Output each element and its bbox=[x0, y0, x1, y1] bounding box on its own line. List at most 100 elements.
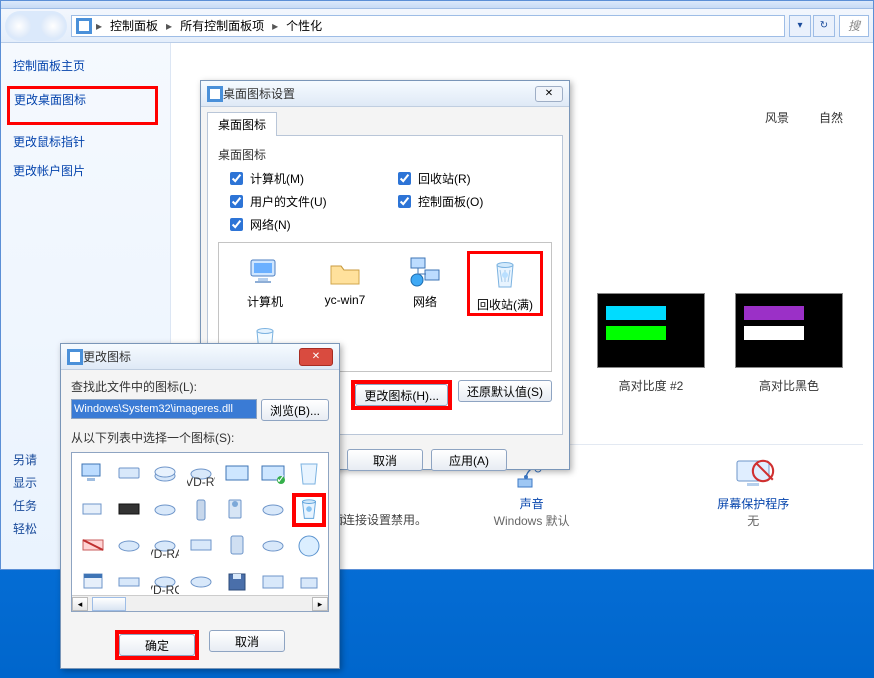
checkbox-input[interactable] bbox=[398, 195, 411, 208]
picker-icon[interactable]: DVD-RAM bbox=[148, 529, 182, 563]
checkbox-input[interactable] bbox=[230, 172, 243, 185]
checkbox-input[interactable] bbox=[398, 172, 411, 185]
refresh-button[interactable]: ↻ bbox=[813, 15, 835, 37]
breadcrumb[interactable]: ▸ 控制面板 ▸ 所有控制面板项 ▸ 个性化 bbox=[71, 15, 785, 37]
history-dropdown-button[interactable]: ▾ bbox=[789, 15, 811, 37]
sidebar-change-mouse-pointers[interactable]: 更改鼠标指针 bbox=[13, 133, 158, 150]
picker-icon[interactable] bbox=[220, 565, 254, 599]
picker-icon[interactable] bbox=[112, 457, 146, 491]
screensaver-label: 屏幕保护程序 bbox=[717, 495, 789, 512]
apply-button[interactable]: 应用(A) bbox=[431, 449, 507, 471]
picker-icon[interactable] bbox=[112, 529, 146, 563]
picker-icon[interactable]: DVD-RW bbox=[184, 457, 218, 491]
icon-recycle-bin-full[interactable]: 回收站(满) bbox=[467, 251, 543, 316]
picker-icon[interactable] bbox=[112, 565, 146, 599]
change-icon-button[interactable]: 更改图标(H)... bbox=[355, 384, 448, 406]
scroll-thumb[interactable] bbox=[92, 597, 126, 611]
checkbox-input[interactable] bbox=[230, 218, 243, 231]
theme-landscape[interactable]: 风景 bbox=[765, 103, 789, 126]
display-link[interactable]: 显示 bbox=[13, 474, 37, 491]
restore-default-button[interactable]: 还原默认值(S) bbox=[458, 380, 552, 402]
breadcrumb-root[interactable]: 控制面板 bbox=[106, 17, 162, 34]
window-titlebar[interactable] bbox=[1, 1, 873, 9]
horizontal-scrollbar[interactable]: ◂ ▸ bbox=[72, 595, 328, 611]
picker-icon[interactable] bbox=[220, 529, 254, 563]
select-icon-label: 从以下列表中选择一个图标(S): bbox=[71, 429, 329, 446]
picker-icon[interactable] bbox=[292, 529, 326, 563]
cancel-button[interactable]: 取消 bbox=[209, 630, 285, 652]
checkbox-recycle-bin[interactable]: 回收站(R) bbox=[394, 169, 552, 188]
svg-text:DVD-RAM: DVD-RAM bbox=[151, 547, 179, 560]
picker-icon[interactable] bbox=[148, 493, 182, 527]
checkbox-control-panel[interactable]: 控制面板(O) bbox=[394, 192, 552, 211]
picker-icon[interactable] bbox=[220, 457, 254, 491]
icon-network[interactable]: 网络 bbox=[387, 251, 463, 316]
checkbox-computer[interactable]: 计算机(M) bbox=[226, 169, 384, 188]
screensaver-icon bbox=[717, 455, 789, 495]
picker-icon[interactable]: ✓ bbox=[256, 457, 290, 491]
dialog-titlebar[interactable]: 更改图标 ✕ bbox=[61, 344, 339, 370]
icon-label: 计算机 bbox=[227, 293, 303, 310]
sidebar-control-panel-home[interactable]: 控制面板主页 bbox=[13, 57, 158, 74]
theme-high-contrast-2[interactable]: 高对比度 #2 bbox=[597, 293, 705, 394]
theme-nature[interactable]: 自然 bbox=[819, 103, 843, 126]
picker-icon[interactable] bbox=[148, 457, 182, 491]
picker-icon[interactable] bbox=[184, 529, 218, 563]
picker-icon[interactable] bbox=[112, 493, 146, 527]
taskbar-link[interactable]: 任务 bbox=[13, 497, 37, 514]
file-path-input[interactable] bbox=[71, 399, 257, 419]
checkbox-input[interactable] bbox=[230, 195, 243, 208]
picker-icon[interactable] bbox=[220, 493, 254, 527]
chevron-right-icon: ▸ bbox=[166, 19, 172, 33]
svg-text:DVD-RW: DVD-RW bbox=[187, 475, 215, 488]
search-input[interactable]: 搜 bbox=[839, 15, 869, 37]
find-file-label: 查找此文件中的图标(L): bbox=[71, 378, 329, 395]
checkbox-label: 控制面板(O) bbox=[418, 193, 483, 210]
picker-icon[interactable] bbox=[256, 529, 290, 563]
picker-icon[interactable] bbox=[76, 493, 110, 527]
theme-high-contrast-black[interactable]: 高对比黑色 bbox=[735, 293, 843, 394]
icon-computer[interactable]: 计算机 bbox=[227, 251, 303, 316]
theme-label: 高对比黑色 bbox=[735, 377, 843, 394]
picker-icon[interactable] bbox=[256, 493, 290, 527]
checkbox-user-files[interactable]: 用户的文件(U) bbox=[226, 192, 384, 211]
picker-icon[interactable] bbox=[292, 565, 326, 599]
picker-icon[interactable] bbox=[184, 493, 218, 527]
picker-icon[interactable] bbox=[76, 529, 110, 563]
ok-button[interactable]: 确定 bbox=[119, 634, 195, 656]
cancel-button[interactable]: 取消 bbox=[347, 449, 423, 471]
sidebar-change-account-picture[interactable]: 更改帐户图片 bbox=[13, 162, 158, 179]
picker-icon-selected[interactable] bbox=[292, 493, 326, 527]
dialog-titlebar[interactable]: 桌面图标设置 ✕ bbox=[201, 81, 569, 107]
dialog-title-text: 更改图标 bbox=[83, 348, 299, 365]
picker-icon[interactable] bbox=[76, 565, 110, 599]
picker-icon[interactable] bbox=[184, 565, 218, 599]
close-button[interactable]: ✕ bbox=[535, 86, 563, 102]
highlight-box: 确定 bbox=[115, 630, 199, 660]
dialog-title-text: 桌面图标设置 bbox=[223, 85, 535, 102]
screensaver-link[interactable]: 屏幕保护程序 无 bbox=[717, 455, 789, 529]
picker-icon[interactable] bbox=[76, 457, 110, 491]
picker-icon[interactable] bbox=[292, 457, 326, 491]
theme-label: 高对比度 #2 bbox=[597, 377, 705, 394]
theme-label: 风景 bbox=[765, 109, 789, 126]
close-button[interactable]: ✕ bbox=[299, 348, 333, 366]
screensaver-value: 无 bbox=[717, 512, 789, 529]
icon-user-files[interactable]: yc-win7 bbox=[307, 251, 383, 316]
nav-back-forward[interactable] bbox=[5, 11, 67, 41]
checkbox-network[interactable]: 网络(N) bbox=[226, 215, 384, 234]
picker-icon[interactable] bbox=[256, 565, 290, 599]
tab-desktop-icons[interactable]: 桌面图标 bbox=[207, 112, 277, 136]
breadcrumb-leaf[interactable]: 个性化 bbox=[282, 17, 326, 34]
dialog-icon bbox=[207, 86, 223, 102]
ease-link[interactable]: 轻松 bbox=[13, 520, 37, 537]
browse-button[interactable]: 浏览(B)... bbox=[261, 399, 329, 421]
breadcrumb-mid[interactable]: 所有控制面板项 bbox=[176, 17, 268, 34]
scroll-left-arrow[interactable]: ◂ bbox=[72, 597, 88, 611]
svg-text:✓: ✓ bbox=[276, 472, 286, 486]
scroll-right-arrow[interactable]: ▸ bbox=[312, 597, 328, 611]
picker-icon[interactable]: DVD-ROM bbox=[148, 565, 182, 599]
sidebar-change-desktop-icons[interactable]: 更改桌面图标 bbox=[14, 91, 151, 108]
group-label: 桌面图标 bbox=[218, 146, 552, 163]
icon-picker-list[interactable]: DVD-RW ✓ DVD-RAM bbox=[71, 452, 329, 612]
